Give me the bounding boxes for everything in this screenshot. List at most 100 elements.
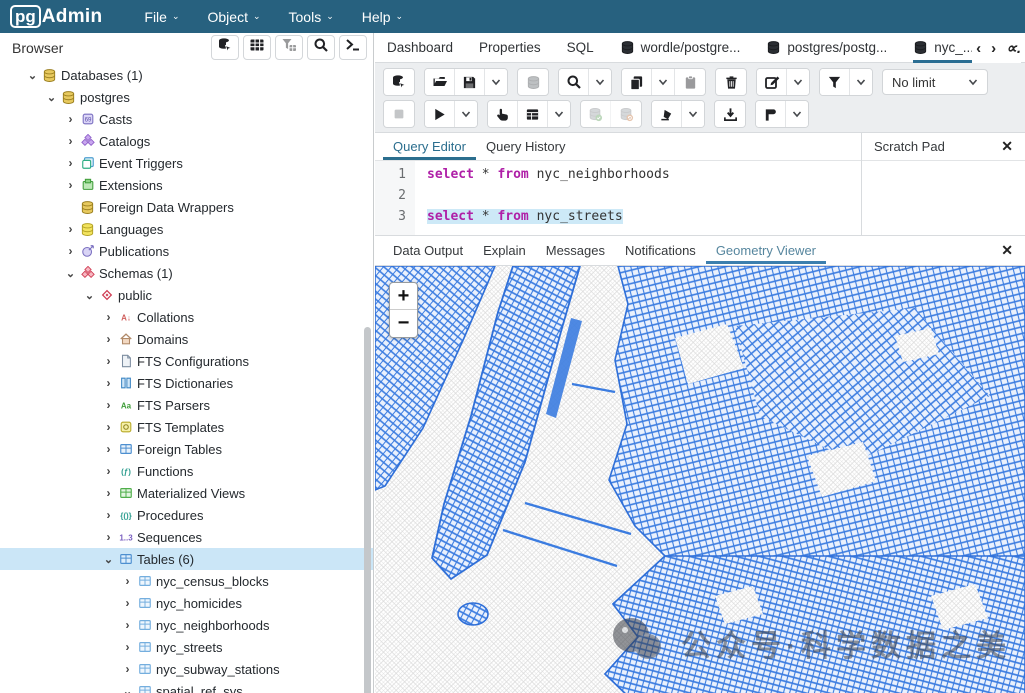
tab-properties[interactable]: Properties (479, 33, 541, 63)
scroll-tabs-right-icon[interactable]: › (991, 40, 996, 57)
tab-messages[interactable]: Messages (536, 237, 615, 264)
tree-item-nyc-subway-stations[interactable]: ›nyc_subway_stations (0, 658, 373, 680)
tree-item-postgres[interactable]: ⌄postgres (0, 86, 373, 108)
tab-explain[interactable]: Explain (473, 237, 536, 264)
execute-button[interactable] (425, 101, 455, 127)
download-button[interactable] (715, 101, 745, 127)
edit-button[interactable] (757, 69, 787, 95)
psql-terminal-button[interactable] (339, 35, 367, 60)
tree-item-schemas-1[interactable]: ⌄Schemas (1) (0, 262, 373, 284)
tab-geometry-viewer[interactable]: Geometry Viewer (706, 237, 826, 264)
menu-tools[interactable]: Tools⌄ (289, 9, 334, 25)
save-button[interactable] (455, 69, 485, 95)
dropdown-caret-button[interactable] (786, 101, 808, 127)
tree-item-sequences[interactable]: ›1..3Sequences (0, 526, 373, 548)
chevron-right-icon[interactable]: › (100, 332, 117, 346)
chevron-right-icon[interactable]: › (62, 112, 79, 126)
tree-item-languages[interactable]: ›Languages (0, 218, 373, 240)
explain-hand-button[interactable] (488, 101, 518, 127)
tab-dashboard[interactable]: Dashboard (387, 33, 453, 63)
zoom-in-button[interactable]: + (390, 283, 417, 310)
tree-item-fts-templates[interactable]: ›FTS Templates (0, 416, 373, 438)
tab-data-output[interactable]: Data Output (383, 237, 473, 264)
tab-nyc[interactable]: nyc_... (913, 33, 974, 63)
tab-query-history[interactable]: Query History (476, 134, 575, 160)
chevron-right-icon[interactable]: › (119, 574, 136, 588)
chevron-right-icon[interactable]: › (100, 420, 117, 434)
dropdown-caret-button[interactable] (850, 69, 872, 95)
commit-button[interactable] (581, 101, 611, 127)
tree-item-extensions[interactable]: ›Extensions (0, 174, 373, 196)
tree-item-casts[interactable]: ›69Casts (0, 108, 373, 130)
chevron-right-icon[interactable]: › (100, 486, 117, 500)
row-limit-select[interactable]: No limit (882, 69, 988, 95)
menu-object[interactable]: Object⌄ (208, 9, 261, 25)
tree-item-materialized-views[interactable]: ›Materialized Views (0, 482, 373, 504)
chevron-right-icon[interactable]: › (119, 662, 136, 676)
chevron-right-icon[interactable]: › (100, 398, 117, 412)
tree-item-foreign-tables[interactable]: ›Foreign Tables (0, 438, 373, 460)
tree-item-nyc-streets[interactable]: ›nyc_streets (0, 636, 373, 658)
scroll-tabs-left-icon[interactable]: ‹ (976, 40, 981, 57)
macro-button[interactable] (756, 101, 786, 127)
chevron-right-icon[interactable]: › (62, 222, 79, 236)
tree-item-nyc-census-blocks[interactable]: ›nyc_census_blocks (0, 570, 373, 592)
tree-item-fts-parsers[interactable]: ›AaFTS Parsers (0, 394, 373, 416)
geometry-viewer[interactable]: + − (375, 266, 1025, 693)
chevron-right-icon[interactable]: › (62, 156, 79, 170)
tab-more-actions-icon[interactable]: ∝. (1006, 39, 1021, 57)
search-objects-button[interactable] (307, 35, 335, 60)
tree-item-event-triggers[interactable]: ›Event Triggers (0, 152, 373, 174)
chevron-right-icon[interactable]: › (100, 442, 117, 456)
chevron-right-icon[interactable]: › (119, 640, 136, 654)
tree-item-functions[interactable]: ›(ƒ)Functions (0, 460, 373, 482)
tab-sql[interactable]: SQL (567, 33, 594, 63)
tree-item-nyc-neighborhoods[interactable]: ›nyc_neighborhoods (0, 614, 373, 636)
chevron-right-icon[interactable]: › (100, 464, 117, 478)
dropdown-caret-button[interactable] (652, 69, 675, 95)
dropdown-caret-button[interactable] (682, 101, 704, 127)
scratch-pad-content[interactable] (862, 161, 1025, 235)
chevron-right-icon[interactable]: › (100, 354, 117, 368)
stop-button[interactable] (384, 101, 414, 127)
menu-help[interactable]: Help⌄ (362, 9, 403, 25)
chevron-right-icon[interactable]: › (100, 508, 117, 522)
dropdown-caret-button[interactable] (485, 69, 507, 95)
open-file-button[interactable] (425, 69, 455, 95)
tree-item-fts-dictionaries[interactable]: ›FTS Dictionaries (0, 372, 373, 394)
chevron-right-icon[interactable]: › (100, 530, 117, 544)
chevron-right-icon[interactable]: › (62, 134, 79, 148)
tab-postgres-postg[interactable]: postgres/postg... (766, 33, 887, 63)
copy-button[interactable] (622, 69, 652, 95)
dropdown-caret-button[interactable] (455, 101, 477, 127)
explain-table-button[interactable] (518, 101, 548, 127)
sql-code[interactable]: select * from nyc_neighborhoods select *… (415, 161, 670, 235)
tree-scrollbar[interactable] (364, 327, 371, 693)
chevron-right-icon[interactable]: › (100, 310, 117, 324)
dropdown-caret-button[interactable] (589, 69, 611, 95)
tree-item-fts-configurations[interactable]: ›FTS Configurations (0, 350, 373, 372)
tree-item-tables-6[interactable]: ⌄Tables (6) (0, 548, 373, 570)
database-button[interactable] (518, 69, 548, 95)
tab-wordle-postgre[interactable]: wordle/postgre... (620, 33, 741, 63)
chevron-down-icon[interactable]: ⌄ (100, 553, 117, 566)
chevron-down-icon[interactable]: ⌄ (43, 91, 60, 104)
chevron-right-icon[interactable]: › (119, 596, 136, 610)
tree-item-publications[interactable]: ›Publications (0, 240, 373, 262)
clear-button[interactable] (652, 101, 682, 127)
zoom-out-button[interactable]: − (390, 310, 417, 337)
tree-item-procedures[interactable]: ›{()}Procedures (0, 504, 373, 526)
tree-item-domains[interactable]: ›Domains (0, 328, 373, 350)
chevron-right-icon[interactable]: › (62, 244, 79, 258)
tree-item-collations[interactable]: ›A↓Collations (0, 306, 373, 328)
connection-button[interactable] (384, 69, 414, 95)
tree-item-catalogs[interactable]: ›Catalogs (0, 130, 373, 152)
tree-item-spatial-ref-sys[interactable]: ⌄spatial_ref_sys (0, 680, 373, 693)
dropdown-caret-button[interactable] (548, 101, 570, 127)
scratch-pad-close-icon[interactable]: ✕ (1001, 138, 1013, 155)
chevron-down-icon[interactable]: ⌄ (81, 289, 98, 302)
chevron-down-icon[interactable]: ⌄ (24, 69, 41, 82)
dropdown-caret-button[interactable] (787, 69, 809, 95)
chevron-right-icon[interactable]: › (100, 376, 117, 390)
chevron-right-icon[interactable]: › (119, 618, 136, 632)
